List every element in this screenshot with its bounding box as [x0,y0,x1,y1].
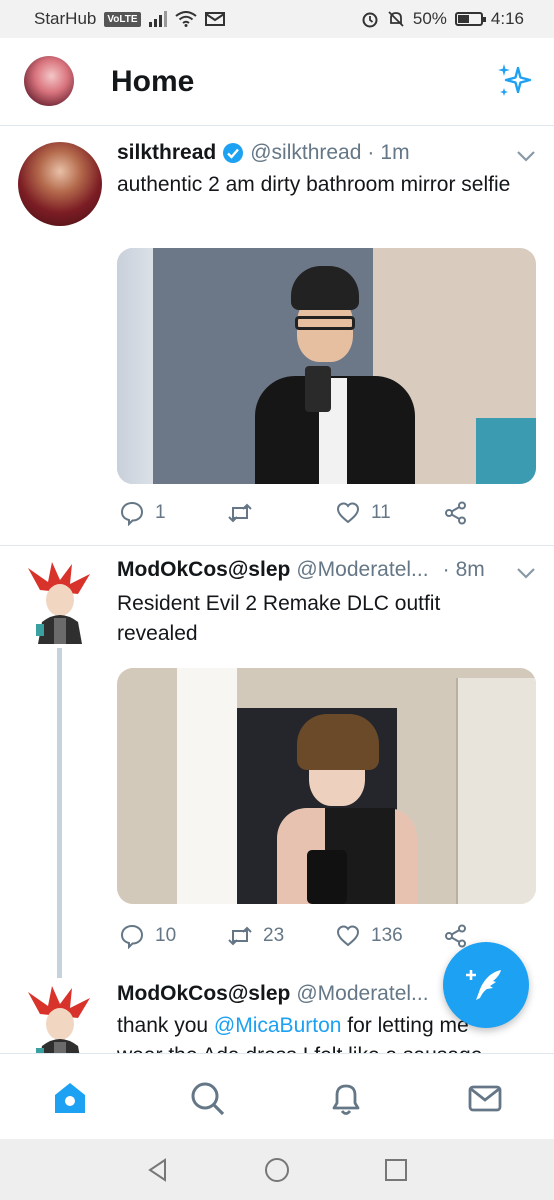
tweet-avatar[interactable] [18,142,102,226]
tweet[interactable]: ModOkCos@slep @Moderatel... · 8m Residen… [0,546,554,978]
back-icon[interactable] [145,1157,171,1183]
reply-button[interactable]: 1 [119,500,166,526]
tweet-text-start: thank you [117,1014,214,1037]
app-header: Home [0,38,554,126]
nav-home[interactable] [50,1078,90,1118]
mention-link[interactable]: @MicaBurton [214,1014,342,1037]
like-button[interactable]: 136 [335,923,403,949]
meta-separator: · [442,558,450,581]
author-name[interactable]: ModOkCos@slep [117,982,290,1006]
mail-notification-icon [204,12,225,26]
like-count: 136 [371,925,403,946]
sparkle-icon[interactable] [494,62,534,102]
retweet-icon [228,503,252,523]
share-icon [445,924,466,948]
retweet-count: 23 [263,925,285,946]
reply-button[interactable]: 10 [119,923,176,949]
signal-icon [148,11,167,27]
home-circle-icon[interactable] [264,1157,290,1183]
tweet-text: authentic 2 am dirty bathroom mirror sel… [117,173,511,196]
recents-square-icon[interactable] [383,1157,409,1183]
compose-tweet-button[interactable] [443,942,529,1028]
compose-tweet-icon [466,970,501,1000]
retweet-button[interactable]: 23 [227,923,284,949]
tweet-meta: ModOkCos@slep @Moderatel... [117,982,429,1006]
reply-count: 10 [155,925,177,946]
character-avatar-image [28,562,90,644]
retweet-button[interactable] [227,500,263,526]
wifi-icon [174,11,197,27]
tweet-avatar[interactable] [18,560,102,644]
battery-icon [454,12,486,26]
profile-avatar[interactable] [24,56,74,106]
author-handle: @Moderatel... [296,558,429,581]
status-left: StarHub VoLTE [34,9,225,29]
tweet-text: Resident Evil 2 Remake DLC outfit reveal… [117,592,441,645]
chevron-down-icon[interactable] [516,566,536,580]
verified-badge-icon [223,143,244,163]
messages-envelope-icon [468,1085,502,1112]
carrier-label: StarHub [34,9,97,28]
page-title: Home [111,65,195,98]
chevron-down-icon[interactable] [516,149,536,163]
author-handle: @Moderatel... [296,982,429,1005]
author-handle: @silkthread [250,141,362,164]
thread-line [57,648,62,978]
reply-icon [120,501,144,526]
clock: 4:16 [490,9,524,28]
bottom-nav [0,1053,554,1139]
search-icon [191,1082,225,1116]
reply-count: 1 [155,502,166,523]
home-icon [55,1083,85,1113]
share-button[interactable] [443,500,469,526]
system-nav-bar [0,1139,554,1200]
tweet-avatar[interactable] [18,984,102,1053]
like-count: 11 [371,502,391,523]
nav-search[interactable] [187,1078,227,1118]
tweet-photo[interactable] [117,668,536,904]
timeline-feed[interactable]: silkthread @silkthread · 1m authentic 2 … [0,127,554,1053]
volte-badge: VoLTE [104,11,141,27]
battery-percent: 50% [412,9,447,28]
tweet-meta: ModOkCos@slep @Moderatel... · 8m [117,558,485,582]
notifications-bell-icon [332,1084,360,1115]
heart-icon [336,925,360,947]
mute-bell-icon [388,11,404,27]
heart-icon [336,502,360,524]
reply-icon [120,924,144,949]
nav-notifications[interactable] [326,1078,366,1118]
status-bar: StarHub VoLTE 50% 4:16 [0,0,554,38]
retweet-icon [228,926,252,946]
author-name[interactable]: ModOkCos@slep [117,558,290,582]
tweet-meta: silkthread @silkthread · 1m [117,141,410,165]
author-name[interactable]: silkthread [117,141,216,165]
nav-messages[interactable] [465,1078,505,1118]
share-icon [445,501,466,525]
status-right: 50% 4:16 [361,9,524,29]
tweet-time: 1m [380,141,410,164]
meta-separator: · [367,141,375,164]
tweet-photo[interactable] [117,248,536,484]
like-button[interactable]: 11 [335,500,391,526]
alarm-icon [362,12,378,28]
tweet[interactable]: silkthread @silkthread · 1m authentic 2 … [0,127,554,546]
character-avatar-image [28,986,90,1053]
tweet-actions: 1 11 [117,500,537,530]
tweet-time: 8m [455,558,485,581]
share-button[interactable] [443,923,469,949]
